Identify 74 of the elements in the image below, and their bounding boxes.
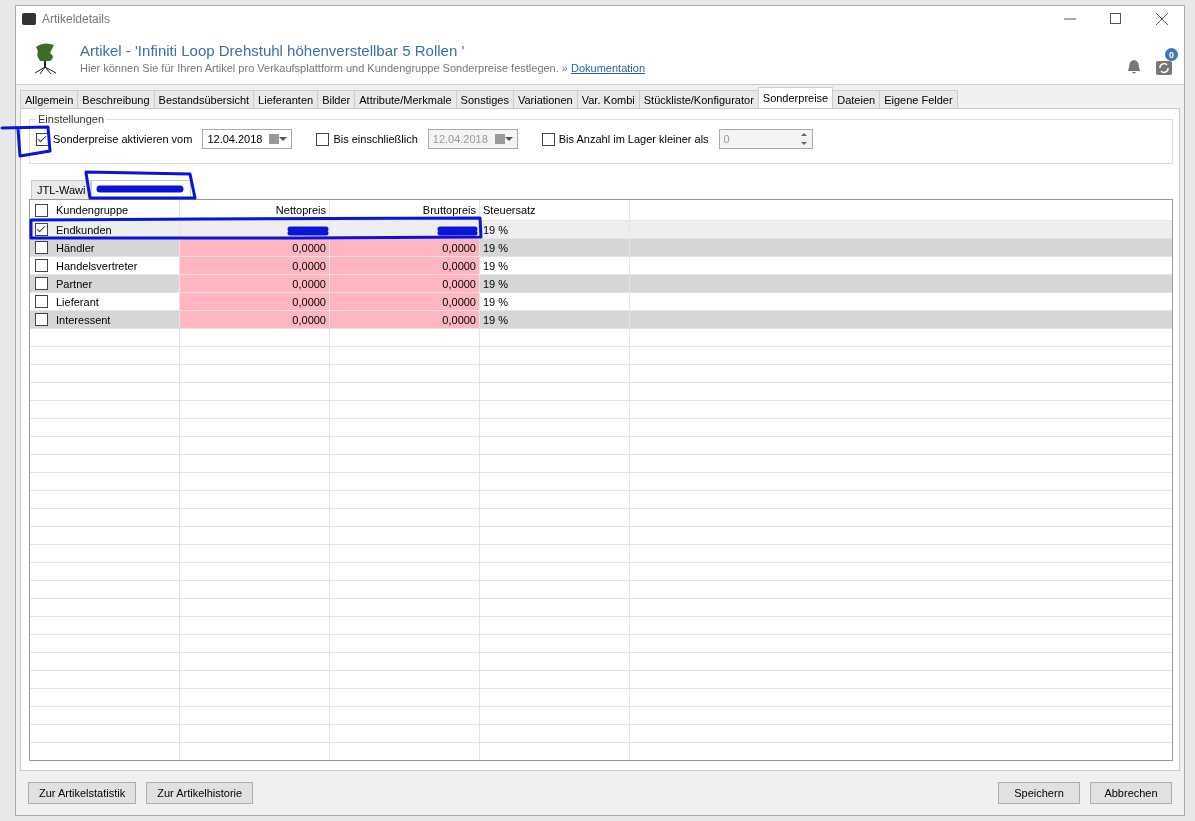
documentation-link[interactable]: Dokumentation [571, 62, 646, 74]
checkbox[interactable] [35, 313, 48, 326]
tab[interactable]: Dateien [832, 90, 881, 108]
table-cell: 19 % [483, 295, 509, 308]
column-header[interactable]: Steuersatz [483, 204, 536, 216]
column-header[interactable]: Kundengruppe [56, 204, 129, 216]
table-row[interactable]: Endkunden 19 % [30, 221, 1172, 239]
tab[interactable]: Variationen [512, 90, 578, 108]
table-cell: Interessent [56, 313, 111, 326]
checkbox[interactable] [35, 241, 48, 254]
tab[interactable]: Eigene Felder [879, 90, 958, 108]
price-cell[interactable]: 0,0000 [180, 239, 330, 256]
tab[interactable]: Bilder [317, 90, 356, 108]
table-cell: Partner [56, 277, 93, 290]
table-cell: Lieferant [56, 295, 99, 308]
checkbox-label: Sonderpreise aktivieren vom [53, 133, 193, 145]
checkbox[interactable] [316, 132, 330, 146]
price-cell[interactable]: 0,0000 [330, 275, 480, 292]
tab[interactable]: Lieferanten [253, 90, 319, 108]
date-field[interactable]: 12.04.2018 [202, 129, 293, 149]
checkbox[interactable] [35, 223, 48, 236]
checkbox-label: Bis einschließlich [333, 133, 418, 145]
tab[interactable]: Beschreibung [77, 90, 155, 108]
table-cell: Händler [56, 241, 95, 254]
footer-button[interactable]: Zur Artikelhistorie [146, 782, 254, 804]
tab[interactable]: Sonstiges [455, 90, 514, 108]
checkbox[interactable] [35, 277, 48, 290]
footer-button[interactable]: Speichern [998, 782, 1080, 804]
price-cell[interactable]: 0,0000 [180, 257, 330, 274]
select-all-checkbox[interactable] [35, 203, 48, 217]
footer-button[interactable]: Abbrechen [1090, 782, 1172, 804]
table-cell: 19 % [483, 277, 509, 290]
article-title: Artikel - 'Infiniti Loop Drehstuhl höhenverstellbar 5 Rollen ' [80, 42, 466, 59]
table-cell: 19 % [483, 313, 509, 326]
footer-button[interactable]: Zur Artikelstatistik [28, 782, 137, 804]
spinner-arrows-icon[interactable] [800, 133, 808, 145]
calendar-dropdown-icon[interactable] [269, 134, 288, 144]
table-cell: 19 % [483, 223, 509, 236]
tab[interactable]: Var. Kombi [576, 90, 640, 108]
column-header[interactable]: Bruttopreis [422, 204, 476, 216]
tab[interactable]: Bestandsübersicht [153, 90, 255, 108]
table-row[interactable]: Händler 0,0000 0,0000 19 % [30, 239, 1172, 257]
price-cell[interactable]: 0,0000 [180, 275, 330, 292]
description-text: Hier können Sie für Ihren Artikel pro Verkaufsplattform und Kundengruppe Sonderpreise festlegen. » [80, 62, 568, 74]
table-cell: Endkunden [56, 223, 112, 236]
table-cell: Handelsvertreter [56, 259, 138, 272]
notification-badge: 0 [1165, 48, 1178, 61]
marker-stroke [0, 125, 52, 158]
column-header[interactable]: Nettopreis [275, 204, 326, 216]
price-cell[interactable]: 0,0000 [330, 239, 480, 256]
checkbox[interactable] [541, 132, 555, 146]
platform-tab[interactable]: JTL-Wawi [31, 180, 92, 199]
calendar-dropdown-icon[interactable] [494, 134, 513, 144]
tab[interactable]: Stückliste/Konfigurator [638, 90, 759, 108]
checkbox[interactable] [35, 295, 48, 308]
close-icon[interactable] [1156, 13, 1168, 25]
tab[interactable]: Attribute/Merkmale [354, 90, 457, 108]
table-row[interactable]: Interessent 0,0000 0,0000 19 % [30, 311, 1172, 329]
price-cell[interactable]: 0,0000 [180, 311, 330, 328]
table-row[interactable]: Partner 0,0000 0,0000 19 % [30, 275, 1172, 293]
maximize-icon[interactable] [1110, 13, 1122, 25]
tab[interactable]: Allgemein [20, 90, 79, 108]
bell-icon[interactable] [1126, 59, 1142, 75]
price-cell[interactable]: 0,0000 [330, 311, 480, 328]
table-cell: 19 % [483, 259, 509, 272]
checkbox-label: Bis Anzahl im Lager kleiner als [558, 133, 709, 145]
tab[interactable]: Sonderpreise [757, 87, 834, 108]
checkbox[interactable] [35, 259, 48, 272]
price-cell[interactable]: 0,0000 [180, 293, 330, 310]
group-title: Einstellungen [37, 113, 106, 125]
price-cell[interactable]: 0,0000 [330, 257, 480, 274]
price-cell[interactable]: 0,0000 [330, 293, 480, 310]
window-title: Artikeldetails [42, 12, 111, 26]
table-cell: 19 % [483, 241, 509, 254]
